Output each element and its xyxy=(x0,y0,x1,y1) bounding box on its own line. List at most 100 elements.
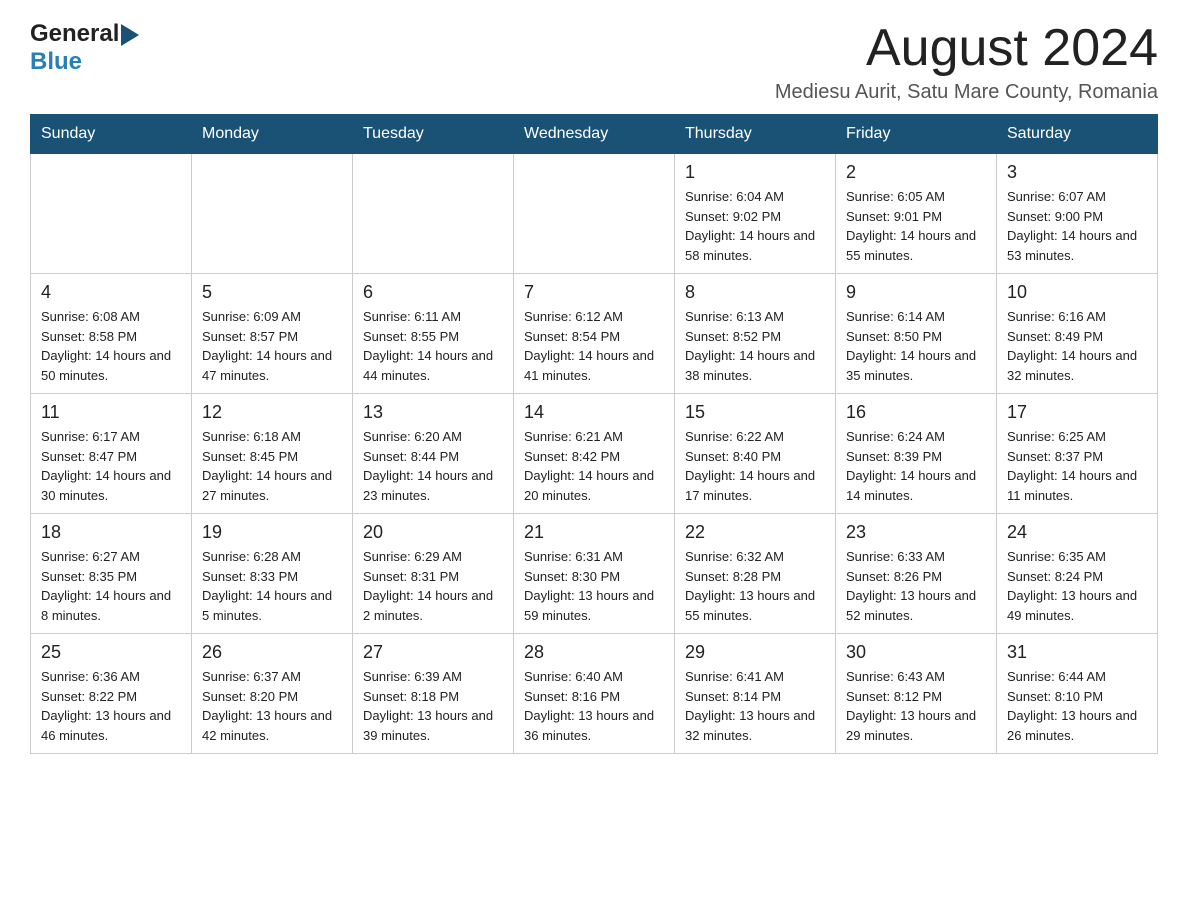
table-row: 30Sunrise: 6:43 AMSunset: 8:12 PMDayligh… xyxy=(836,634,997,754)
day-info: Sunrise: 6:25 AMSunset: 8:37 PMDaylight:… xyxy=(1007,427,1147,505)
day-info: Sunrise: 6:29 AMSunset: 8:31 PMDaylight:… xyxy=(363,547,503,625)
logo-triangle-icon xyxy=(121,24,139,46)
table-row: 4 Sunrise: 6:08 AMSunset: 8:58 PMDaylight… xyxy=(31,274,192,394)
table-row: 10 Sunrise: 6:16 AMSunset: 8:49 PMDayligh… xyxy=(997,274,1158,394)
day-number: 24 xyxy=(1007,522,1147,543)
table-row: 22 Sunrise: 6:32 AMSunset: 8:28 PMDayligh… xyxy=(675,514,836,634)
day-number: 8 xyxy=(685,282,825,303)
table-row: 25 Sunrise: 6:36 AMSunset: 8:22 PMDayligh… xyxy=(31,634,192,754)
header-monday: Monday xyxy=(192,115,353,154)
day-number: 22 xyxy=(685,522,825,543)
header-saturday: Saturday xyxy=(997,115,1158,154)
table-row: 2 Sunrise: 6:05 AMSunset: 9:01 PMDaylight… xyxy=(836,154,997,274)
day-number: 4 xyxy=(41,282,181,303)
day-number: 9 xyxy=(846,282,986,303)
day-info: Sunrise: 6:32 AMSunset: 8:28 PMDaylight:… xyxy=(685,547,825,625)
day-number: 1 xyxy=(685,162,825,183)
day-info: Sunrise: 6:18 AMSunset: 8:45 PMDaylight:… xyxy=(202,427,342,505)
header-thursday: Thursday xyxy=(675,115,836,154)
day-number: 13 xyxy=(363,402,503,423)
day-number: 31 xyxy=(1007,642,1147,663)
logo-general-text: General xyxy=(30,20,119,48)
day-number: 19 xyxy=(202,522,342,543)
day-number: 27 xyxy=(363,642,503,663)
day-info: Sunrise: 6:41 AMSunset: 8:14 PMDaylight:… xyxy=(685,667,825,745)
logo-blue-text: Blue xyxy=(30,48,82,76)
day-number: 20 xyxy=(363,522,503,543)
page-subtitle: Mediesu Aurit, Satu Mare County, Romania xyxy=(775,81,1158,104)
table-row: 18 Sunrise: 6:27 AMSunset: 8:35 PMDayligh… xyxy=(31,514,192,634)
table-row xyxy=(514,154,675,274)
day-number: 11 xyxy=(41,402,181,423)
table-row: 31 Sunrise: 6:44 AMSunset: 8:10 PMDayligh… xyxy=(997,634,1158,754)
header-sunday: Sunday xyxy=(31,115,192,154)
title-area: August 2024 Mediesu Aurit, Satu Mare Cou… xyxy=(775,20,1158,104)
calendar-week-row: 11Sunrise: 6:17 AMSunset: 8:47 PMDayligh… xyxy=(31,394,1158,514)
table-row: 11Sunrise: 6:17 AMSunset: 8:47 PMDayligh… xyxy=(31,394,192,514)
day-number: 6 xyxy=(363,282,503,303)
day-info: Sunrise: 6:16 AMSunset: 8:49 PMDaylight:… xyxy=(1007,307,1147,385)
day-info: Sunrise: 6:37 AMSunset: 8:20 PMDaylight:… xyxy=(202,667,342,745)
calendar-week-row: 4 Sunrise: 6:08 AMSunset: 8:58 PMDaylight… xyxy=(31,274,1158,394)
day-number: 23 xyxy=(846,522,986,543)
day-info: Sunrise: 6:27 AMSunset: 8:35 PMDaylight:… xyxy=(41,547,181,625)
table-row: 3Sunrise: 6:07 AMSunset: 9:00 PMDaylight… xyxy=(997,154,1158,274)
day-number: 28 xyxy=(524,642,664,663)
table-row: 20 Sunrise: 6:29 AMSunset: 8:31 PMDayligh… xyxy=(353,514,514,634)
header-friday: Friday xyxy=(836,115,997,154)
table-row: 19 Sunrise: 6:28 AMSunset: 8:33 PMDayligh… xyxy=(192,514,353,634)
day-number: 21 xyxy=(524,522,664,543)
table-row: 24 Sunrise: 6:35 AMSunset: 8:24 PMDayligh… xyxy=(997,514,1158,634)
day-info: Sunrise: 6:13 AMSunset: 8:52 PMDaylight:… xyxy=(685,307,825,385)
day-number: 12 xyxy=(202,402,342,423)
day-info: Sunrise: 6:14 AMSunset: 8:50 PMDaylight:… xyxy=(846,307,986,385)
logo: General Blue xyxy=(30,20,139,76)
day-info: Sunrise: 6:28 AMSunset: 8:33 PMDaylight:… xyxy=(202,547,342,625)
day-number: 15 xyxy=(685,402,825,423)
day-info: Sunrise: 6:07 AMSunset: 9:00 PMDaylight:… xyxy=(1007,187,1147,265)
table-row: 13 Sunrise: 6:20 AMSunset: 8:44 PMDayligh… xyxy=(353,394,514,514)
table-row: 17 Sunrise: 6:25 AMSunset: 8:37 PMDayligh… xyxy=(997,394,1158,514)
header-wednesday: Wednesday xyxy=(514,115,675,154)
day-number: 16 xyxy=(846,402,986,423)
day-number: 2 xyxy=(846,162,986,183)
day-info: Sunrise: 6:08 AMSunset: 8:58 PMDaylight:… xyxy=(41,307,181,385)
day-info: Sunrise: 6:33 AMSunset: 8:26 PMDaylight:… xyxy=(846,547,986,625)
calendar-table: Sunday Monday Tuesday Wednesday Thursday… xyxy=(30,114,1158,754)
table-row: 29Sunrise: 6:41 AMSunset: 8:14 PMDayligh… xyxy=(675,634,836,754)
day-info: Sunrise: 6:36 AMSunset: 8:22 PMDaylight:… xyxy=(41,667,181,745)
day-info: Sunrise: 6:35 AMSunset: 8:24 PMDaylight:… xyxy=(1007,547,1147,625)
day-info: Sunrise: 6:31 AMSunset: 8:30 PMDaylight:… xyxy=(524,547,664,625)
day-number: 30 xyxy=(846,642,986,663)
day-number: 10 xyxy=(1007,282,1147,303)
table-row: 8 Sunrise: 6:13 AMSunset: 8:52 PMDaylight… xyxy=(675,274,836,394)
day-info: Sunrise: 6:44 AMSunset: 8:10 PMDaylight:… xyxy=(1007,667,1147,745)
day-info: Sunrise: 6:05 AMSunset: 9:01 PMDaylight:… xyxy=(846,187,986,265)
table-row: 5Sunrise: 6:09 AMSunset: 8:57 PMDaylight… xyxy=(192,274,353,394)
day-info: Sunrise: 6:22 AMSunset: 8:40 PMDaylight:… xyxy=(685,427,825,505)
table-row: 15 Sunrise: 6:22 AMSunset: 8:40 PMDayligh… xyxy=(675,394,836,514)
table-row: 26 Sunrise: 6:37 AMSunset: 8:20 PMDayligh… xyxy=(192,634,353,754)
day-number: 17 xyxy=(1007,402,1147,423)
day-info: Sunrise: 6:12 AMSunset: 8:54 PMDaylight:… xyxy=(524,307,664,385)
day-info: Sunrise: 6:04 AMSunset: 9:02 PMDaylight:… xyxy=(685,187,825,265)
calendar-week-row: 25 Sunrise: 6:36 AMSunset: 8:22 PMDayligh… xyxy=(31,634,1158,754)
table-row: 28Sunrise: 6:40 AMSunset: 8:16 PMDayligh… xyxy=(514,634,675,754)
page-title: August 2024 xyxy=(775,20,1158,77)
table-row: 21 Sunrise: 6:31 AMSunset: 8:30 PMDayligh… xyxy=(514,514,675,634)
table-row: 14Sunrise: 6:21 AMSunset: 8:42 PMDayligh… xyxy=(514,394,675,514)
table-row: 23 Sunrise: 6:33 AMSunset: 8:26 PMDayligh… xyxy=(836,514,997,634)
day-info: Sunrise: 6:20 AMSunset: 8:44 PMDaylight:… xyxy=(363,427,503,505)
day-number: 7 xyxy=(524,282,664,303)
day-number: 25 xyxy=(41,642,181,663)
table-row: 7 Sunrise: 6:12 AMSunset: 8:54 PMDaylight… xyxy=(514,274,675,394)
table-row: 16Sunrise: 6:24 AMSunset: 8:39 PMDayligh… xyxy=(836,394,997,514)
day-number: 26 xyxy=(202,642,342,663)
table-row: 6 Sunrise: 6:11 AMSunset: 8:55 PMDaylight… xyxy=(353,274,514,394)
day-number: 18 xyxy=(41,522,181,543)
day-info: Sunrise: 6:39 AMSunset: 8:18 PMDaylight:… xyxy=(363,667,503,745)
table-row: 27 Sunrise: 6:39 AMSunset: 8:18 PMDayligh… xyxy=(353,634,514,754)
table-row xyxy=(192,154,353,274)
day-info: Sunrise: 6:11 AMSunset: 8:55 PMDaylight:… xyxy=(363,307,503,385)
table-row xyxy=(353,154,514,274)
